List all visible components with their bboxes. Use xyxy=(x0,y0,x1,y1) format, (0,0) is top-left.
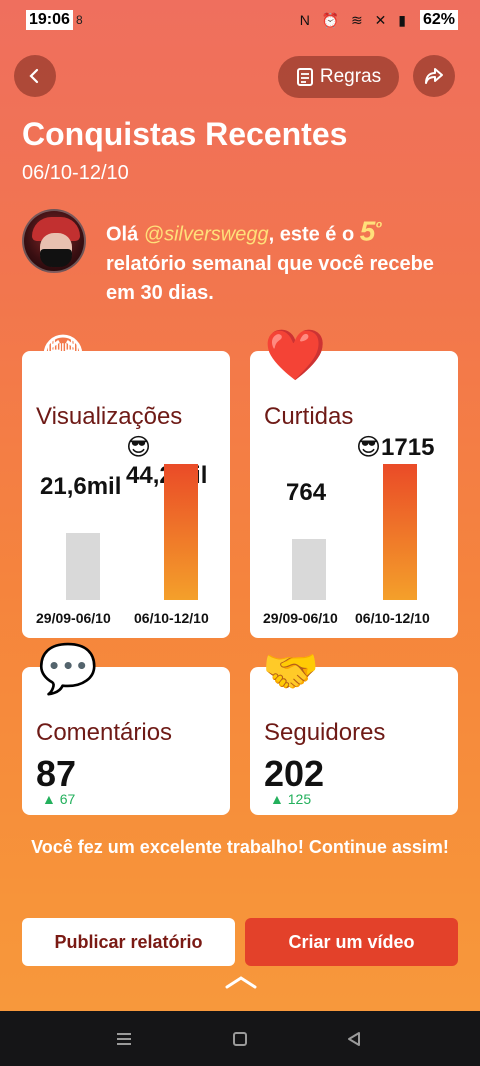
share-arrow-icon xyxy=(425,68,443,84)
likes-previous-period: 29/09-06/10 xyxy=(263,610,338,626)
status-icons: N ⏰ ≋ ✕ ▮ xyxy=(299,12,410,28)
back-nav-icon[interactable] xyxy=(346,1031,362,1047)
chevron-left-icon xyxy=(29,68,39,84)
greeting-rest: relatório semanal que você recebe em 30 … xyxy=(106,252,434,304)
page-title: Conquistas Recentes xyxy=(22,116,348,152)
speech-bubble-icon: 💬 xyxy=(38,643,98,696)
likes-previous-value: 764 xyxy=(286,479,327,506)
views-current-period: 06/10-12/10 xyxy=(134,610,209,626)
share-button[interactable] xyxy=(413,55,455,97)
views-current-bar xyxy=(164,464,198,600)
system-nav-bar xyxy=(0,1011,480,1066)
date-range: 06/10-12/10 xyxy=(22,162,129,184)
report-number: 5 xyxy=(359,215,376,247)
likes-current-period: 06/10-12/10 xyxy=(355,610,430,626)
followers-value: 202 xyxy=(264,753,325,794)
views-card[interactable]: Visualizações 😎44,2mil 21,6mil 29/09-06/… xyxy=(22,351,230,638)
username: @silverswegg xyxy=(143,223,269,246)
back-button[interactable] xyxy=(14,55,56,97)
greeting-text: Olá @silverswegg, este é o 5º relatório … xyxy=(106,214,456,308)
comments-delta: ▲ 67 xyxy=(42,791,76,807)
likes-previous-bar xyxy=(292,539,326,600)
rules-label: Regras xyxy=(319,66,382,87)
create-video-button[interactable]: Criar um vídeo xyxy=(245,918,458,966)
battery-level: 62% xyxy=(419,10,458,30)
comments-label: Comentários xyxy=(36,719,173,746)
home-icon[interactable] xyxy=(232,1031,248,1047)
document-icon xyxy=(296,68,313,86)
surprised-face-icon: 😳 xyxy=(40,331,86,380)
comments-value: 87 xyxy=(36,753,77,794)
views-label: Visualizações xyxy=(36,403,183,430)
likes-card[interactable]: Curtidas 😎1715 764 29/09-06/10 06/10-12/… xyxy=(250,351,458,638)
greeting-prefix: Olá xyxy=(106,223,144,246)
views-previous-bar xyxy=(66,533,100,600)
followers-delta: ▲ 125 xyxy=(270,791,312,807)
views-previous-value: 21,6mil xyxy=(40,473,122,500)
followers-label: Seguidores xyxy=(264,719,386,746)
status-bar: 19:06 8 N ⏰ ≋ ✕ ▮ 62% xyxy=(0,0,480,40)
rules-button[interactable]: Regras xyxy=(278,56,399,98)
heart-icon: ❤️ xyxy=(264,327,327,383)
notification-icon: 8 xyxy=(76,13,83,27)
greeting-middle: , este é o xyxy=(268,223,360,246)
views-previous-period: 29/09-06/10 xyxy=(36,610,111,626)
chevron-up-icon[interactable] xyxy=(224,972,258,992)
ordinal-suffix: º xyxy=(375,220,382,237)
publish-report-button[interactable]: Publicar relatório xyxy=(22,918,235,966)
likes-label: Curtidas xyxy=(264,403,354,430)
likes-current-value: 😎1715 xyxy=(356,434,435,461)
avatar[interactable] xyxy=(22,209,86,273)
encouragement-text: Você fez um excelente trabalho! Continue… xyxy=(31,837,449,857)
handshake-icon: 🤝 xyxy=(262,645,320,697)
status-time: 19:06 xyxy=(26,10,73,30)
likes-current-bar xyxy=(383,464,417,600)
recents-icon[interactable] xyxy=(116,1032,132,1046)
